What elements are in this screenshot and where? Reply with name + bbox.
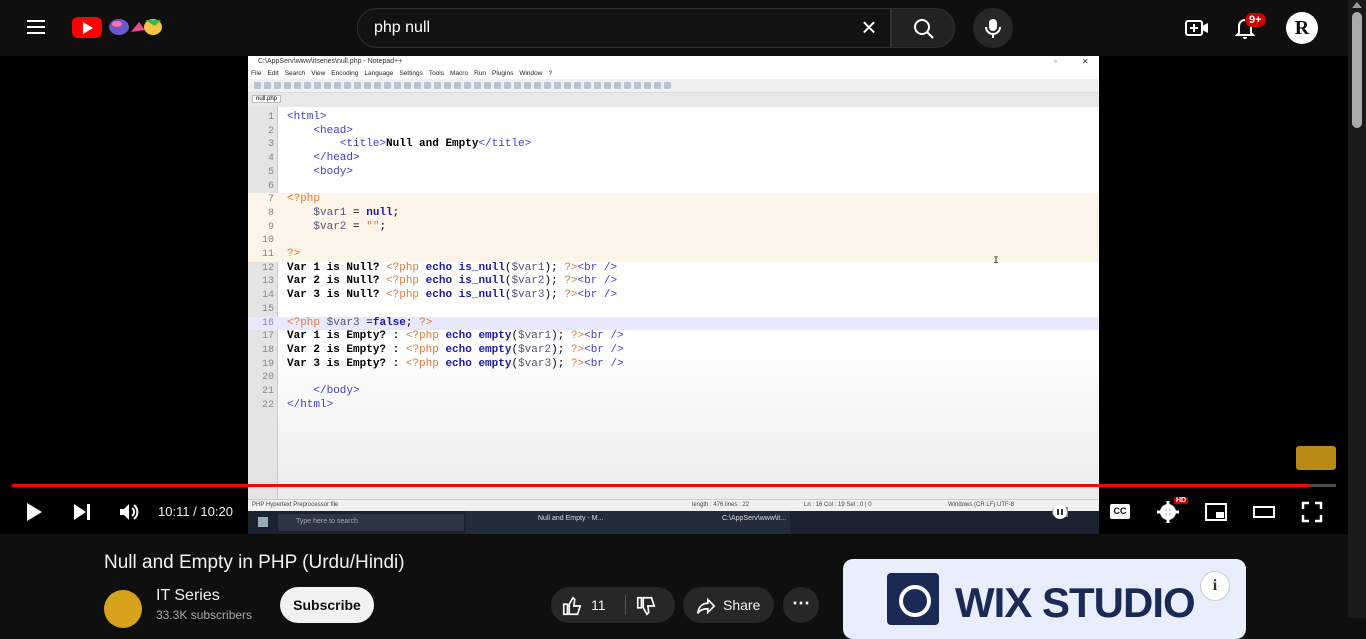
- like-icon[interactable]: [561, 595, 583, 617]
- progress-bar[interactable]: [12, 484, 1336, 487]
- close-icon[interactable]: ×: [854, 13, 884, 43]
- subscriber-count: 33.3K subscribers: [156, 608, 253, 622]
- line-number: 12: [261, 262, 274, 274]
- line-number: 14: [261, 290, 274, 302]
- menu-macro: Macro: [450, 70, 469, 77]
- menu-edit: Edit: [267, 70, 279, 77]
- menu-search: Search: [284, 70, 306, 77]
- next-icon[interactable]: [70, 500, 94, 524]
- search-input[interactable]: php null: [374, 19, 430, 37]
- line-number: 9: [267, 221, 274, 233]
- channel-avatar[interactable]: [104, 590, 142, 628]
- line-number: 2: [267, 125, 274, 137]
- tab-label: null.php: [252, 95, 282, 103]
- time-display: 10:11 / 10:20: [158, 504, 233, 519]
- ad-banner[interactable]: WIX STUDIO i: [843, 559, 1246, 639]
- menu-run: Run: [474, 70, 486, 77]
- line-number: 3: [267, 139, 274, 151]
- captions-icon[interactable]: CC: [1110, 504, 1130, 519]
- line-number: 6: [267, 180, 274, 192]
- microphone-icon: [985, 19, 1001, 38]
- notepad-toolbar: [248, 79, 1099, 93]
- menu-icon[interactable]: [20, 16, 52, 40]
- ad-info-icon[interactable]: i: [1200, 571, 1230, 601]
- line-number: 21: [261, 386, 274, 397]
- line-number: 8: [267, 207, 274, 219]
- channel-watermark[interactable]: [1296, 446, 1336, 470]
- voice-search-button[interactable]: [973, 8, 1013, 48]
- line-number: 5: [267, 166, 274, 178]
- menu-window: Window: [519, 70, 543, 77]
- autoplay-toggle-icon[interactable]: [1052, 504, 1068, 520]
- line-number: 22: [261, 399, 274, 411]
- menu-tools: Tools: [428, 70, 444, 77]
- player-controls: 10:11 / 10:20 CC HD: [0, 490, 1348, 534]
- channel-name[interactable]: IT Series: [156, 587, 220, 605]
- youtube-logo[interactable]: [72, 17, 102, 38]
- miniplayer-icon[interactable]: [1204, 500, 1228, 524]
- line-number: 18: [261, 344, 274, 356]
- progress-fill: [12, 484, 1310, 487]
- line-number: 7: [267, 194, 274, 206]
- search-button[interactable]: [891, 8, 955, 48]
- ad-text: WIX STUDIO: [955, 579, 1196, 626]
- top-bar: php null × 9+ R: [0, 0, 1348, 56]
- video-player[interactable]: C:\AppServ\www\itseries\null.php - Notep…: [0, 56, 1348, 534]
- scroll-up-icon[interactable]: [1352, 2, 1362, 8]
- fullscreen-icon[interactable]: [1300, 500, 1324, 524]
- search-box[interactable]: php null ×: [357, 8, 891, 48]
- code-editor: 1 <html> 2 <head> 3 <title>Null and Empty…: [248, 107, 1099, 499]
- menu-view: View: [311, 70, 326, 77]
- wix-logo-icon: [887, 573, 939, 625]
- notepad-title: C:\AppServ\www\itseries\null.php - Notep…: [248, 56, 1099, 68]
- hd-badge: HD: [1174, 497, 1189, 504]
- scrollbar-thumb[interactable]: [1352, 12, 1362, 128]
- line-number: 17: [261, 331, 274, 343]
- video-info: Null and Empty in PHP (Urdu/Hindi) IT Se…: [0, 534, 1348, 639]
- doodle-logo-icon[interactable]: [105, 14, 167, 40]
- line-number: 4: [267, 153, 274, 165]
- menu-encoding: Encoding: [331, 70, 359, 77]
- video-frame: C:\AppServ\www\itseries\null.php - Notep…: [248, 56, 1099, 534]
- dislike-icon[interactable]: [635, 595, 657, 617]
- more-icon: ⋯: [792, 593, 810, 613]
- text-cursor-icon: I: [993, 256, 1000, 267]
- search-icon: [914, 19, 934, 39]
- line-number: 13: [261, 276, 274, 288]
- line-number: 15: [261, 303, 274, 315]
- create-video-icon[interactable]: [1183, 14, 1211, 42]
- notepad-tab: null.php: [248, 93, 1099, 107]
- like-divider: [625, 595, 626, 615]
- line-number: 16: [261, 317, 274, 329]
- line-number: 20: [261, 372, 274, 384]
- minimize-icon: ▫: [1054, 57, 1057, 66]
- video-title: Null and Empty in PHP (Urdu/Hindi): [104, 552, 405, 573]
- menu-help: ?: [548, 70, 553, 77]
- play-icon[interactable]: [22, 500, 46, 524]
- line-number: 1: [267, 112, 274, 123]
- line-number: 10: [261, 235, 274, 247]
- like-count[interactable]: 11: [591, 597, 606, 613]
- volume-icon[interactable]: [117, 500, 141, 524]
- menu-language: Language: [364, 70, 394, 77]
- menu-settings: Settings: [399, 70, 423, 77]
- close-window-icon: ✕: [1082, 57, 1089, 66]
- user-avatar[interactable]: R: [1286, 12, 1318, 44]
- notification-badge: 9+: [1245, 13, 1266, 27]
- share-label: Share: [723, 597, 761, 613]
- share-icon: [696, 597, 716, 615]
- notepad-menu: File Edit Search View Encoding Language Settin…: [248, 68, 1099, 79]
- line-number: 11: [261, 249, 274, 260]
- menu-file: File: [251, 70, 262, 77]
- theater-mode-icon[interactable]: [1252, 500, 1276, 524]
- line-number: 19: [261, 358, 274, 370]
- menu-plugins: Plugins: [492, 70, 514, 77]
